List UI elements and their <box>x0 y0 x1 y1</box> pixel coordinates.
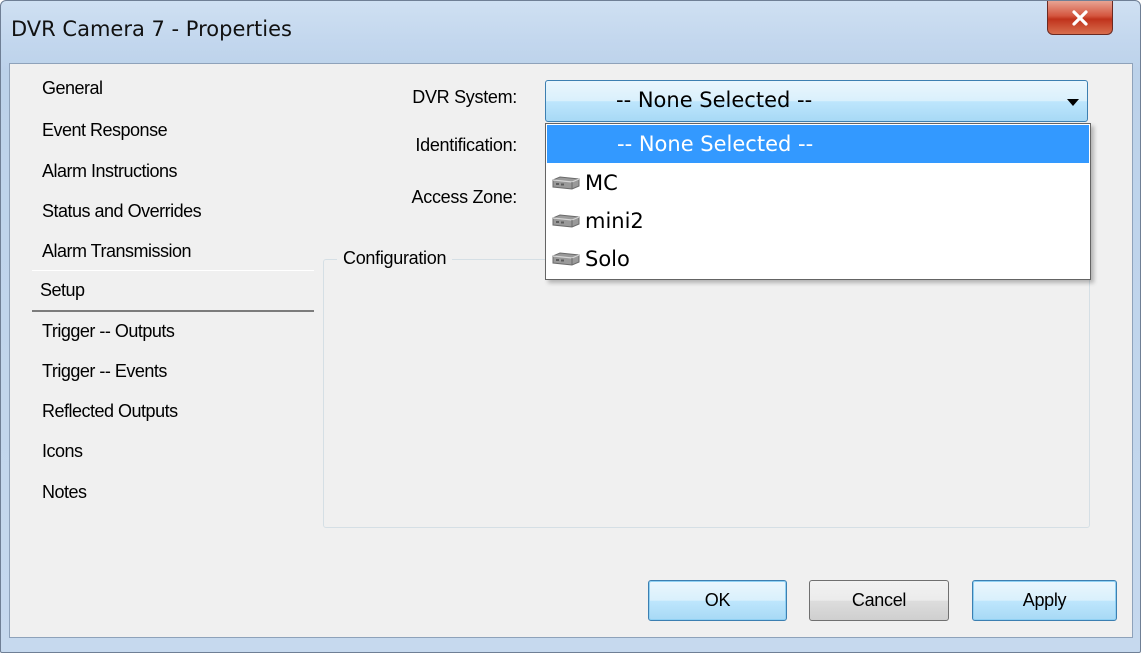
property-page-list: General Event Response Alarm Instruction… <box>10 64 320 637</box>
close-button[interactable] <box>1047 1 1113 35</box>
dvr-device-icon <box>552 252 580 266</box>
apply-button[interactable]: Apply <box>972 580 1117 621</box>
dropdown-option-none-selected[interactable]: -- None Selected -- <box>547 125 1089 163</box>
title-bar[interactable]: DVR Camera 7 - Properties <box>1 1 1140 63</box>
properties-dialog: DVR Camera 7 - Properties General Event … <box>0 0 1141 653</box>
nav-item-event-response[interactable]: Event Response <box>42 117 168 143</box>
nav-item-general[interactable]: General <box>42 75 103 101</box>
dropdown-option-solo[interactable]: Solo <box>547 240 1089 278</box>
nav-item-icons[interactable]: Icons <box>42 438 83 464</box>
nav-item-trigger-outputs[interactable]: Trigger -- Outputs <box>42 318 175 344</box>
dropdown-option-mini2[interactable]: mini2 <box>547 202 1089 240</box>
dialog-client-area: General Event Response Alarm Instruction… <box>9 63 1133 638</box>
nav-item-status-and-overrides[interactable]: Status and Overrides <box>42 198 202 224</box>
dvr-system-dropdown-list: -- None Selected -- MC mini2 Solo <box>545 123 1091 280</box>
access-zone-label: Access Zone: <box>411 187 518 207</box>
dvr-device-icon <box>552 176 580 190</box>
close-icon <box>1072 9 1088 26</box>
cancel-button[interactable]: Cancel <box>809 580 949 621</box>
dvr-device-icon <box>552 214 580 228</box>
option-label: Solo <box>585 247 630 271</box>
option-label: mini2 <box>585 209 644 233</box>
window-title: DVR Camera 7 - Properties <box>11 17 292 41</box>
dvr-system-select[interactable]: -- None Selected -- <box>545 80 1088 122</box>
selected-item-underline <box>32 310 314 312</box>
nav-item-reflected-outputs[interactable]: Reflected Outputs <box>42 398 178 424</box>
option-label: MC <box>585 171 618 195</box>
identification-label: Identification: <box>415 135 517 155</box>
nav-item-trigger-events[interactable]: Trigger -- Events <box>42 358 167 384</box>
configuration-groupbox <box>323 259 1090 528</box>
dvr-system-selected-value: -- None Selected -- <box>616 88 813 112</box>
dropdown-arrow-icon[interactable] <box>1067 99 1079 106</box>
nav-item-alarm-transmission[interactable]: Alarm Transmission <box>42 238 192 264</box>
dvr-system-label: DVR System: <box>412 87 517 107</box>
nav-item-setup[interactable]: Setup <box>40 277 85 303</box>
ok-button[interactable]: OK <box>648 580 787 621</box>
selected-item-highlight <box>32 270 314 271</box>
configuration-group-title: Configuration <box>337 248 453 269</box>
nav-item-alarm-instructions[interactable]: Alarm Instructions <box>42 158 178 184</box>
nav-item-notes[interactable]: Notes <box>42 479 87 505</box>
option-label: -- None Selected -- <box>617 132 814 156</box>
dropdown-option-mc[interactable]: MC <box>547 164 1089 202</box>
